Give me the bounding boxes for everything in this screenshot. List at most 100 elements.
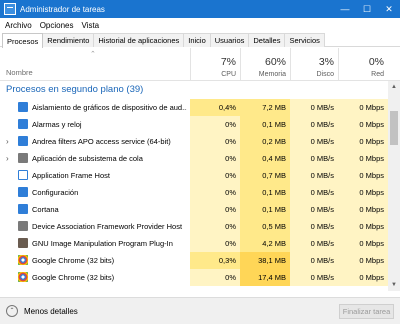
maximize-button[interactable]: ☐ [356, 0, 378, 18]
tab-servicios[interactable]: Servicios [284, 33, 325, 47]
title-bar: Administrador de tareas — ☐ ✕ [0, 0, 400, 18]
scroll-up-icon[interactable]: ▲ [388, 81, 400, 93]
table-row[interactable]: Device Association Framework Provider Ho… [0, 218, 388, 235]
table-row[interactable]: Google Chrome (32 bits) 0% 17,4 MB 0 MB/s 0 … [0, 269, 388, 286]
process-name: GNU Image Manipulation Program Plug-In [32, 239, 173, 248]
disk-cell: 0 MB/s [290, 201, 338, 218]
memory-total: 60% [264, 56, 286, 68]
memory-cell: 0,2 MB [240, 133, 290, 150]
task-manager-icon [4, 3, 16, 15]
disk-cell: 0 MB/s [290, 235, 338, 252]
cpu-cell: 0,4% [190, 99, 240, 116]
menu-opciones[interactable]: Opciones [37, 21, 77, 30]
close-icon: ✕ [385, 3, 393, 14]
tab-procesos[interactable]: Procesos [2, 33, 44, 48]
column-header: ⌃ Nombre 7% CPU 60% Memoria 3% Disco 0% … [0, 48, 400, 81]
process-icon [18, 204, 28, 214]
network-cell: 0 Mbps [338, 218, 388, 235]
table-row[interactable]: › Andrea filters APO access service (64-b… [0, 133, 388, 150]
table-row[interactable]: Google Chrome (32 bits) 0,3% 38,1 MB 0 MB/s… [0, 252, 388, 269]
memory-cell: 0,5 MB [240, 218, 290, 235]
process-icon [18, 153, 28, 163]
process-name: Andrea filters APO access service (64-bi… [32, 137, 171, 146]
menu-vista[interactable]: Vista [78, 21, 102, 30]
tab-historial[interactable]: Historial de aplicaciones [93, 33, 185, 47]
maximize-icon: ☐ [362, 3, 372, 14]
tab-detalles[interactable]: Detalles [248, 33, 286, 47]
menu-archivo[interactable]: Archivo [2, 21, 35, 30]
memory-cell: 4,2 MB [240, 235, 290, 252]
cpu-cell: 0% [190, 150, 240, 167]
process-name: Application Frame Host [32, 171, 110, 180]
end-task-button[interactable]: Finalizar tarea [339, 304, 394, 319]
process-icon [18, 272, 28, 282]
network-cell: 0 Mbps [338, 167, 388, 184]
column-disk[interactable]: 3% Disco [290, 48, 338, 81]
minimize-icon: — [340, 4, 350, 14]
chevron-up-icon: ⌃ [6, 305, 18, 317]
scroll-thumb[interactable] [390, 111, 398, 145]
memory-cell: 38,1 MB [240, 252, 290, 269]
disk-cell: 0 MB/s [290, 150, 338, 167]
column-network[interactable]: 0% Red [338, 48, 388, 81]
process-list: Procesos en segundo plano (39) Aislamien… [0, 81, 388, 291]
group-header[interactable]: Procesos en segundo plano (39) [0, 81, 388, 99]
table-row[interactable]: Aislamiento de gráficos de dispositivo d… [0, 99, 388, 116]
close-button[interactable]: ✕ [378, 0, 400, 18]
expand-chevron-icon[interactable]: › [6, 137, 9, 146]
cpu-cell: 0% [190, 184, 240, 201]
process-name: Device Association Framework Provider Ho… [32, 222, 183, 231]
less-details-button[interactable]: ⌃ Menos detalles [6, 305, 78, 317]
window-title: Administrador de tareas [20, 4, 105, 14]
process-name: Configuración [32, 188, 79, 197]
memory-cell: 17,4 MB [240, 269, 290, 286]
network-cell: 0 Mbps [338, 116, 388, 133]
network-cell: 0 Mbps [338, 252, 388, 269]
minimize-button[interactable]: — [334, 0, 356, 18]
column-cpu[interactable]: 7% CPU [190, 48, 240, 81]
process-icon [18, 119, 28, 129]
disk-cell: 0 MB/s [290, 116, 338, 133]
memory-label: Memoria [258, 71, 286, 78]
footer-bar: ⌃ Menos detalles Finalizar tarea [0, 297, 400, 324]
network-cell: 0 Mbps [338, 184, 388, 201]
memory-cell: 0,4 MB [240, 150, 290, 167]
process-icon [18, 221, 28, 231]
process-name: Google Chrome (32 bits) [32, 256, 115, 265]
table-row[interactable]: Configuración 0% 0,1 MB 0 MB/s 0 Mbps [0, 184, 388, 201]
cpu-label: CPU [221, 71, 236, 78]
process-icon [18, 170, 28, 180]
memory-cell: 0,1 MB [240, 116, 290, 133]
network-label: Red [371, 71, 384, 78]
process-name: Aplicación de subsistema de cola [32, 154, 143, 163]
process-icon [18, 102, 28, 112]
network-cell: 0 Mbps [338, 201, 388, 218]
table-row[interactable]: Alarmas y reloj 0% 0,1 MB 0 MB/s 0 Mbps [0, 116, 388, 133]
cpu-cell: 0% [190, 269, 240, 286]
column-name[interactable]: Nombre [6, 68, 33, 77]
process-icon [18, 187, 28, 197]
disk-cell: 0 MB/s [290, 252, 338, 269]
tab-usuarios[interactable]: Usuarios [209, 33, 250, 47]
cpu-cell: 0% [190, 116, 240, 133]
process-name: Cortana [32, 205, 59, 214]
scroll-down-icon[interactable]: ▼ [388, 279, 400, 291]
disk-cell: 0 MB/s [290, 99, 338, 116]
network-cell: 0 Mbps [338, 235, 388, 252]
table-row[interactable]: Cortana 0% 0,1 MB 0 MB/s 0 Mbps [0, 201, 388, 218]
vertical-scrollbar[interactable]: ▲ ▼ [388, 81, 400, 291]
table-row[interactable]: › Aplicación de subsistema de cola 0% 0,4 M… [0, 150, 388, 167]
column-memory[interactable]: 60% Memoria [240, 48, 290, 81]
table-row[interactable]: Application Frame Host 0% 0,7 MB 0 MB/s 0 Mb… [0, 167, 388, 184]
cpu-cell: 0,3% [190, 252, 240, 269]
network-cell: 0 Mbps [338, 269, 388, 286]
tab-inicio[interactable]: Inicio [183, 33, 211, 47]
menu-bar: Archivo Opciones Vista [0, 18, 400, 32]
tab-rendimiento[interactable]: Rendimiento [42, 33, 95, 47]
tab-bar: Procesos Rendimiento Historial de aplica… [0, 33, 400, 48]
memory-cell: 0,1 MB [240, 184, 290, 201]
table-row[interactable]: GNU Image Manipulation Program Plug-In 0%… [0, 235, 388, 252]
disk-label: Disco [316, 71, 334, 78]
expand-chevron-icon[interactable]: › [6, 154, 9, 163]
disk-total: 3% [318, 56, 334, 68]
